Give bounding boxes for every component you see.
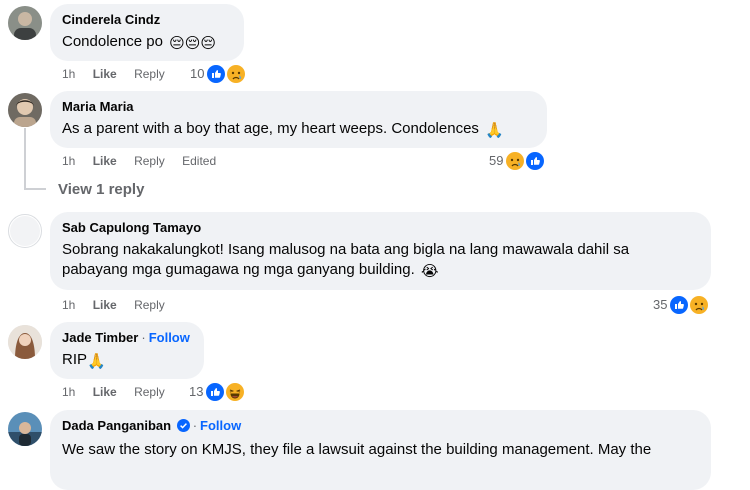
- comment-emoji: 🙏: [485, 122, 504, 139]
- comment-text: Condolence po: [62, 33, 163, 50]
- comment-emoji: 🙏: [87, 353, 106, 370]
- reaction-count: 35: [653, 297, 668, 312]
- view-replies-link[interactable]: View 1 reply: [58, 181, 144, 198]
- comment-text: Sobrang nakakalungkot! Isang malusog na …: [62, 241, 630, 278]
- edited-label[interactable]: Edited: [182, 154, 216, 168]
- comment-actions: 1h Like Reply: [62, 66, 179, 82]
- comment-emoji: 😔😔😔: [169, 35, 217, 52]
- sad-reaction-icon: [504, 150, 527, 172]
- reaction-count: 13: [189, 384, 204, 399]
- comment-bubble: Sab Capulong Tamayo Sobrang nakakalungko…: [50, 212, 711, 290]
- reply-button[interactable]: Reply: [134, 154, 165, 168]
- comment-emoji: 😭: [420, 263, 439, 280]
- reaction-summary[interactable]: 10: [190, 63, 248, 85]
- avatar[interactable]: [8, 93, 42, 127]
- avatar[interactable]: [8, 6, 42, 40]
- reply-button[interactable]: Reply: [134, 385, 165, 399]
- reaction-count: 59: [489, 153, 504, 168]
- haha-reaction-icon: [224, 381, 247, 403]
- reply-button[interactable]: Reply: [134, 67, 165, 81]
- comment-text: As a parent with a boy that age, my hear…: [62, 120, 479, 137]
- comment-bubble: Cinderela Cindz Condolence po 😔😔😔: [50, 4, 244, 61]
- commenter-name[interactable]: Cinderela Cindz: [62, 11, 232, 28]
- comment-text: We saw the story on KMJS, they file a la…: [62, 441, 652, 458]
- avatar[interactable]: [8, 412, 42, 446]
- reaction-summary[interactable]: 59: [489, 150, 547, 172]
- timestamp[interactable]: 1h: [62, 154, 75, 168]
- follow-button[interactable]: Follow: [200, 418, 241, 433]
- comment-actions: 1h Like Reply Edited: [62, 153, 230, 169]
- thread-line: [24, 128, 26, 190]
- sad-reaction-icon: [688, 294, 711, 316]
- comment-text: RIP: [62, 351, 88, 368]
- timestamp[interactable]: 1h: [62, 67, 75, 81]
- comment-actions: 1h Like Reply: [62, 297, 179, 313]
- commenter-name[interactable]: Sab Capulong Tamayo: [62, 219, 699, 236]
- like-button[interactable]: Like: [93, 154, 117, 168]
- like-reaction-icon: [205, 63, 228, 85]
- reaction-count: 10: [190, 66, 205, 81]
- timestamp[interactable]: 1h: [62, 298, 75, 312]
- reply-button[interactable]: Reply: [134, 298, 165, 312]
- commenter-name[interactable]: Maria Maria: [62, 98, 535, 115]
- separator-dot: ·: [141, 330, 146, 345]
- like-reaction-icon: [668, 294, 691, 316]
- like-reaction-icon: [524, 150, 547, 172]
- like-button[interactable]: Like: [93, 298, 117, 312]
- comment-bubble: Jade Timber · Follow RIP🙏: [50, 322, 204, 379]
- commenter-name[interactable]: Jade Timber: [62, 330, 138, 345]
- avatar[interactable]: [8, 214, 42, 248]
- separator-dot: ·: [192, 418, 198, 433]
- avatar[interactable]: [8, 325, 42, 359]
- thread-branch: [24, 188, 46, 190]
- comment-actions: 1h Like Reply: [62, 384, 179, 400]
- commenter-header: Dada Panganiban · Follow: [62, 417, 699, 436]
- reaction-summary[interactable]: 13: [189, 381, 247, 403]
- comment-bubble: Dada Panganiban · Follow We saw the story…: [50, 410, 711, 490]
- like-button[interactable]: Like: [93, 67, 117, 81]
- commenter-header: Jade Timber · Follow: [62, 329, 192, 346]
- timestamp[interactable]: 1h: [62, 385, 75, 399]
- like-button[interactable]: Like: [93, 385, 117, 399]
- reaction-summary[interactable]: 35: [653, 294, 711, 316]
- comment-bubble: Maria Maria As a parent with a boy that …: [50, 91, 547, 148]
- commenter-name[interactable]: Dada Panganiban: [62, 418, 171, 433]
- sad-reaction-icon: [225, 63, 248, 85]
- follow-button[interactable]: Follow: [149, 330, 190, 345]
- verified-badge-icon: [176, 419, 190, 436]
- like-reaction-icon: [204, 381, 227, 403]
